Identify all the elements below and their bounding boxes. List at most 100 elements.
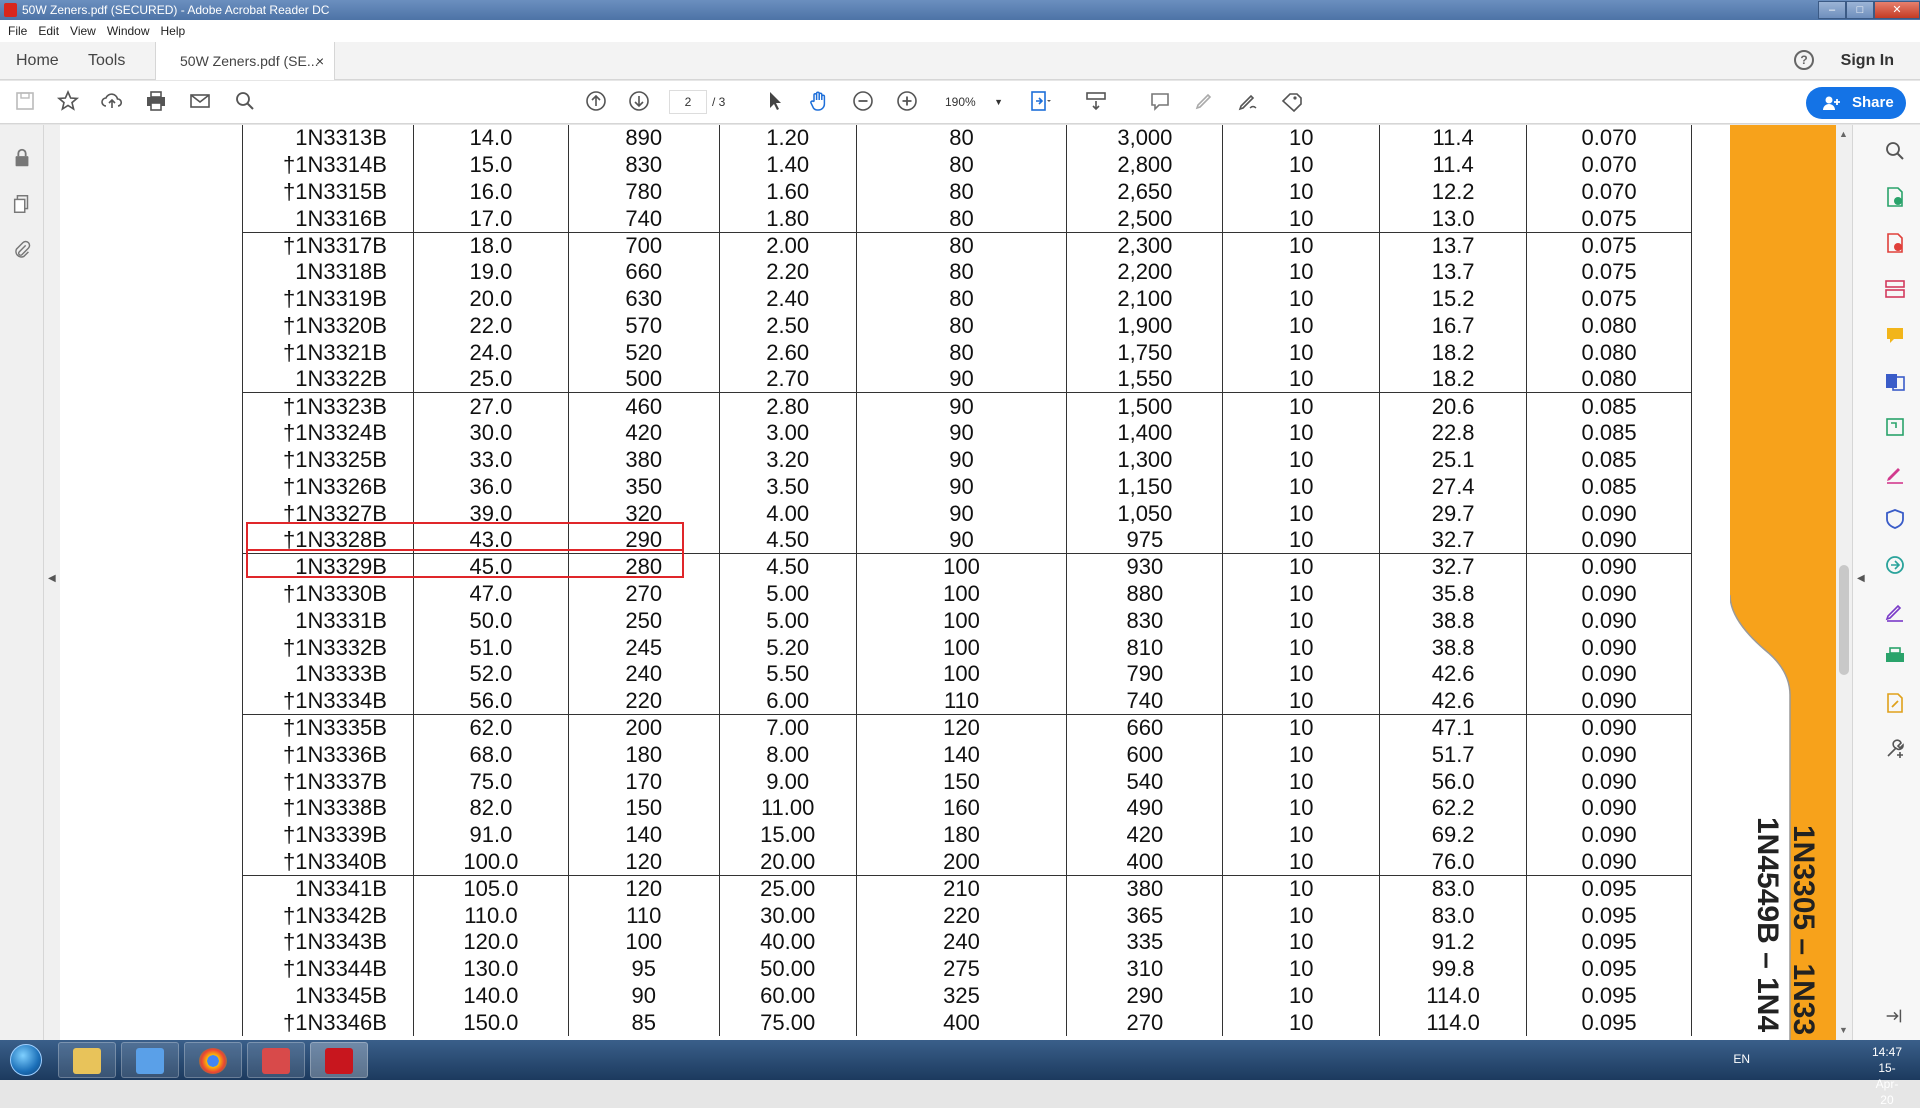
maximize-button[interactable]: □	[1846, 1, 1874, 19]
taskbar-network-app[interactable]	[121, 1042, 179, 1078]
taskbar-app[interactable]	[247, 1042, 305, 1078]
table-cell: 140.0	[412, 982, 569, 1010]
language-indicator[interactable]: EN	[1733, 1052, 1750, 1066]
table-cell: 10	[1222, 794, 1381, 822]
stamp-icon[interactable]	[1279, 89, 1305, 115]
zoom-in-icon[interactable]	[894, 89, 920, 115]
table-cell: 180	[855, 821, 1068, 849]
page-thumbnails-icon[interactable]	[10, 193, 34, 217]
save-icon[interactable]	[12, 89, 38, 115]
expand-left-icon[interactable]: ◀	[48, 573, 56, 584]
close-window-button[interactable]: ✕	[1874, 1, 1920, 19]
close-tab-icon[interactable]: ×	[316, 42, 324, 80]
print-production-icon[interactable]	[1883, 645, 1909, 671]
fit-page-icon[interactable]	[1027, 89, 1053, 115]
table-cell: 270	[1066, 1009, 1224, 1037]
sign-pen-icon[interactable]	[1235, 89, 1261, 115]
export-pdf-icon[interactable]	[1883, 231, 1909, 257]
sign-in-link[interactable]: Sign In	[1841, 52, 1894, 70]
table-cell: 91.0	[412, 821, 569, 849]
tab-home[interactable]: Home	[16, 52, 59, 70]
table-cell: 0.075	[1526, 258, 1692, 286]
page-number-input[interactable]: 2	[669, 90, 707, 114]
combine-files-icon[interactable]	[1883, 369, 1909, 395]
help-icon[interactable]: ?	[1794, 50, 1814, 70]
table-cell: 20.6	[1379, 392, 1528, 420]
table-cell: 2.70	[718, 366, 857, 393]
app-icon	[262, 1048, 290, 1074]
table-cell: 25.1	[1379, 446, 1528, 474]
table-cell: 365	[1066, 902, 1224, 929]
select-cursor-icon[interactable]	[762, 89, 788, 115]
menu-window[interactable]: Window	[105, 20, 159, 42]
table-row: 1N3313B 14.0 890 1.20 80 3,000 10 11.4 0.070	[242, 125, 1692, 152]
organize-pages-icon[interactable]	[1883, 277, 1909, 303]
more-tools-icon[interactable]	[1883, 737, 1909, 763]
hand-tool-icon[interactable]	[806, 89, 832, 115]
next-page-icon[interactable]	[626, 89, 652, 115]
compress-pdf-icon[interactable]	[1883, 415, 1909, 441]
taskbar-chrome[interactable]	[184, 1042, 242, 1078]
table-cell: 32.7	[1379, 526, 1528, 554]
zoom-level-dropdown[interactable]: 190% ▼	[935, 90, 1005, 114]
attachment-icon[interactable]	[10, 239, 34, 263]
zoom-search-icon[interactable]	[1883, 139, 1909, 165]
print-icon[interactable]	[143, 89, 169, 115]
document-view[interactable]: 1N3313B 14.0 890 1.20 80 3,000 10 11.4 0.070 †1N3…	[60, 125, 1836, 1040]
scrollbar-thumb[interactable]	[1839, 565, 1849, 675]
table-cell: 150	[567, 794, 720, 822]
menu-edit[interactable]: Edit	[36, 20, 68, 42]
expand-right-icon[interactable]: ◀	[1857, 573, 1865, 584]
table-row: †1N3314B 15.0 830 1.40 80 2,800 10 11.4 0.070	[242, 151, 1692, 179]
menu-help[interactable]: Help	[159, 20, 195, 42]
part-number-cell: †1N3336B	[242, 741, 414, 769]
table-cell: 210	[855, 874, 1068, 903]
taskbar-acrobat[interactable]	[310, 1042, 368, 1078]
scrolling-mode-icon[interactable]	[1083, 89, 1109, 115]
fill-sign-icon[interactable]	[1883, 461, 1909, 487]
comment-tool-icon[interactable]	[1883, 323, 1909, 349]
create-pdf-icon[interactable]	[1883, 185, 1909, 211]
table-cell: 2.80	[718, 392, 857, 420]
menu-file[interactable]: File	[6, 20, 36, 42]
taskbar-explorer[interactable]	[58, 1042, 116, 1078]
previous-page-icon[interactable]	[583, 89, 609, 115]
table-cell: 4.50	[718, 553, 857, 581]
minimize-button[interactable]: –	[1818, 1, 1846, 19]
tab-tools[interactable]: Tools	[88, 52, 125, 70]
table-cell: 170	[567, 768, 720, 795]
edit-pdf-icon[interactable]	[1883, 691, 1909, 717]
search-icon[interactable]	[232, 89, 258, 115]
request-signature-icon[interactable]	[1883, 599, 1909, 625]
highlight-pen-icon[interactable]	[1191, 89, 1217, 115]
bookmark-star-icon[interactable]	[55, 89, 81, 115]
table-row: †1N3326B 36.0 350 3.50 90 1,150 10 27.4 0.085	[242, 473, 1692, 501]
lock-icon[interactable]	[10, 147, 34, 171]
scroll-down-icon[interactable]: ▼	[1839, 1025, 1848, 1035]
scroll-up-icon[interactable]: ▲	[1839, 129, 1848, 139]
protect-shield-icon[interactable]	[1883, 507, 1909, 533]
start-button[interactable]	[4, 1040, 48, 1080]
comment-icon[interactable]	[1147, 89, 1173, 115]
table-cell: 10	[1222, 446, 1381, 474]
table-cell: 38.8	[1379, 607, 1528, 635]
vertical-scrollbar[interactable]: ▲ ▼	[1836, 125, 1852, 1040]
share-button[interactable]: Share	[1806, 87, 1906, 119]
upload-cloud-icon[interactable]	[99, 89, 125, 115]
clock[interactable]: 14:47 15-Apr-20	[1872, 1044, 1902, 1108]
send-for-review-icon[interactable]	[1883, 553, 1909, 579]
table-cell: 56.0	[1379, 768, 1528, 795]
table-cell: 600	[1066, 741, 1224, 769]
table-cell: 20.00	[718, 848, 857, 876]
menu-view[interactable]: View	[68, 20, 105, 42]
left-panel-collapse[interactable]: ◀	[44, 125, 60, 1040]
table-cell: 0.090	[1526, 794, 1692, 822]
part-number-cell: 1N3333B	[242, 660, 414, 688]
email-icon[interactable]	[187, 89, 213, 115]
table-cell: 220	[855, 902, 1068, 929]
part-number-cell: †1N3323B	[242, 392, 414, 420]
tab-document[interactable]: 50W Zeners.pdf (SE... ×	[155, 42, 335, 80]
table-cell: 1.80	[718, 205, 857, 233]
zoom-out-icon[interactable]	[850, 89, 876, 115]
collapse-panel-icon[interactable]	[1883, 1005, 1909, 1031]
